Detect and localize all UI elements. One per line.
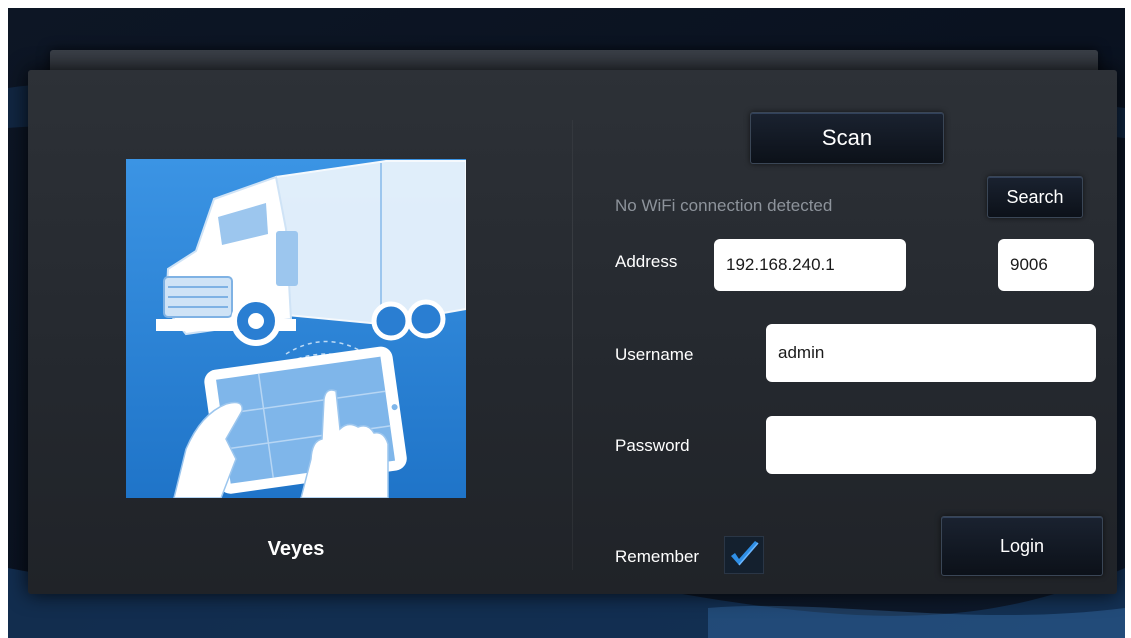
remember-checkbox[interactable] xyxy=(724,536,764,574)
wifi-status-text: No WiFi connection detected xyxy=(615,196,833,215)
address-input[interactable] xyxy=(714,239,906,291)
search-button[interactable]: Search xyxy=(987,176,1083,218)
port-input[interactable] xyxy=(998,239,1094,291)
password-input[interactable] xyxy=(766,416,1096,474)
connection-dialog: Veyes Scan No WiFi connection detected S… xyxy=(28,70,1117,594)
app-name: Veyes xyxy=(267,538,325,560)
password-label: Password xyxy=(615,436,690,455)
truck-tablet-illustration xyxy=(126,159,466,498)
login-button[interactable]: Login xyxy=(941,516,1103,576)
address-label: Address xyxy=(615,252,678,271)
checkmark-icon xyxy=(731,541,759,566)
scan-button[interactable]: Scan xyxy=(750,112,944,164)
remember-label: Remember xyxy=(615,547,700,566)
username-input[interactable] xyxy=(766,324,1096,382)
screen: Veyes Scan No WiFi connection detected S… xyxy=(8,8,1125,638)
panel-divider xyxy=(572,120,573,570)
username-label: Username xyxy=(615,345,694,364)
